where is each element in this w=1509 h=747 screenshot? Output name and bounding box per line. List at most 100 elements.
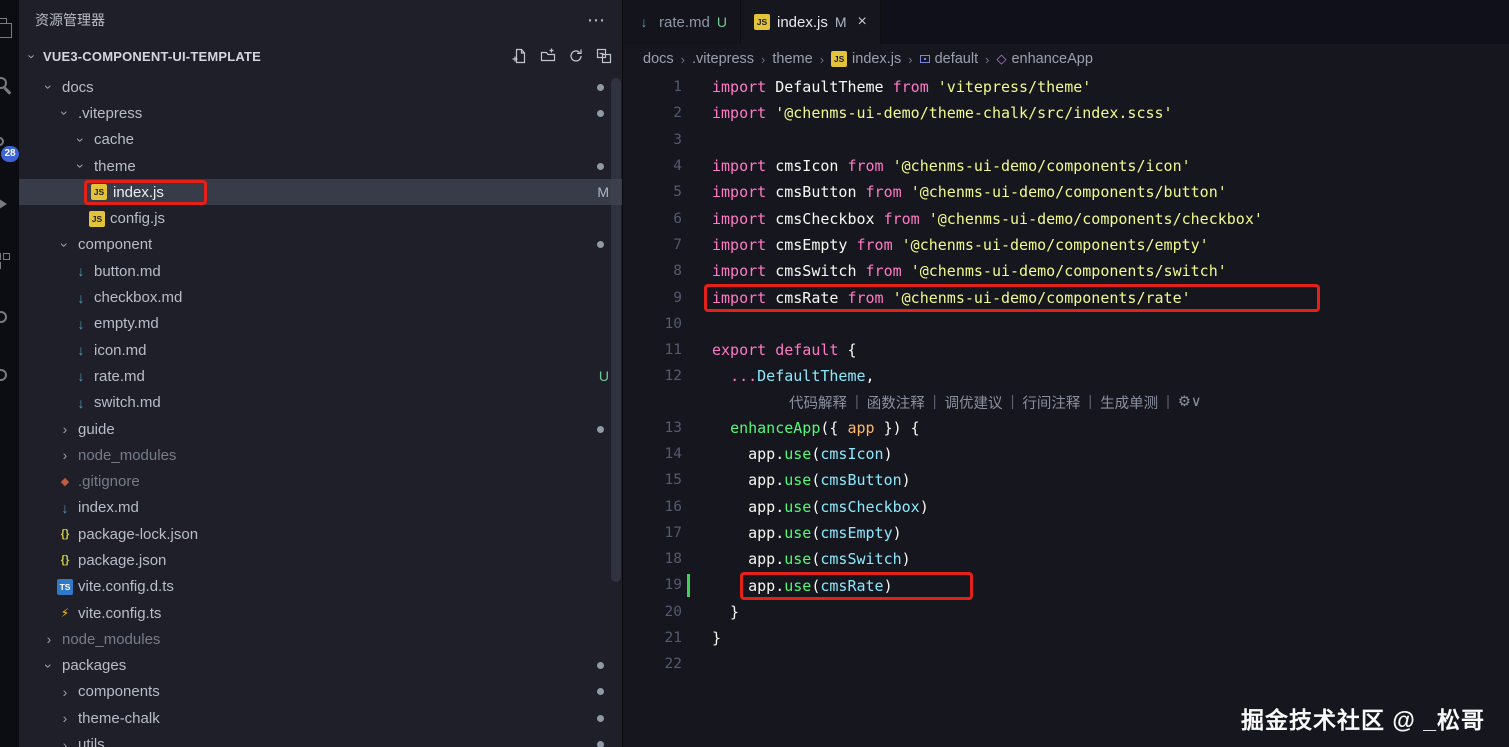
code-line-6[interactable]: 6 import cmsCheckbox from '@chenms-ui-dem…	[623, 205, 1509, 231]
tree-item-label: button.md	[94, 262, 161, 280]
tree-item-label: package.json	[78, 551, 167, 569]
code-line-19[interactable]: 19 app.use(cmsRate)	[623, 571, 1509, 600]
code-line-15[interactable]: 15 app.use(cmsButton)	[623, 467, 1509, 493]
project-section-header[interactable]: › VUE3-COMPONENT-UI-TEMPLATE	[19, 40, 622, 72]
remote-icon[interactable]	[0, 308, 16, 334]
tree-item-node_modules[interactable]: › node_modules	[19, 442, 622, 468]
code-line-9[interactable]: 9 import cmsRate from '@chenms-ui-demo/co…	[623, 283, 1509, 312]
code-token: use	[784, 497, 812, 516]
line-number: 19	[664, 577, 682, 594]
code-line-5[interactable]: 5 import cmsButton from '@chenms-ui-demo/…	[623, 179, 1509, 205]
tree-item-package.json[interactable]: {} package.json	[19, 547, 622, 573]
code-line-8[interactable]: 8 import cmsSwitch from '@chenms-ui-demo/…	[623, 258, 1509, 284]
tree-item-cache[interactable]: › cache	[19, 127, 622, 153]
code-line-text: }	[712, 629, 721, 647]
code-line-7[interactable]: 7 import cmsEmpty from '@chenms-ui-demo/c…	[623, 232, 1509, 258]
refresh-icon[interactable]	[568, 48, 584, 64]
codelens-action-4[interactable]: 行间注释	[1022, 392, 1080, 413]
tree-item-button.md[interactable]: ↓ button.md	[19, 258, 622, 284]
tree-item-theme-chalk[interactable]: › theme-chalk	[19, 705, 622, 731]
extensions-icon[interactable]	[0, 250, 16, 276]
tree-item-config.js[interactable]: JS config.js	[19, 205, 622, 231]
gear-icon[interactable]: ⚙∨	[1178, 394, 1202, 410]
code-line-12[interactable]: 12 ...DefaultTheme,	[623, 363, 1509, 389]
run-debug-icon[interactable]	[0, 192, 16, 218]
markdown-file-icon: ↓	[77, 315, 85, 332]
code-line-10[interactable]: 10	[623, 311, 1509, 337]
tree-item-components[interactable]: › components	[19, 679, 622, 705]
chevron-right-icon: ›	[62, 421, 68, 437]
tree-item-empty.md[interactable]: ↓ empty.md	[19, 311, 622, 337]
tree-item-utils[interactable]: › utils	[19, 731, 622, 747]
account-icon[interactable]	[0, 366, 16, 392]
tree-item-node_modules[interactable]: › node_modules	[19, 626, 622, 652]
tree-item-label: vite.config.ts	[78, 604, 162, 622]
code-line-2[interactable]: 2 import '@chenms-ui-demo/theme-chalk/src…	[623, 100, 1509, 126]
tree-item-label: docs	[62, 78, 94, 96]
tree-item-vite.config.d.ts[interactable]: TS vite.config.d.ts	[19, 574, 622, 600]
search-icon[interactable]	[0, 74, 16, 100]
code-editor[interactable]: 1 import DefaultTheme from 'vitepress/the…	[623, 74, 1509, 747]
code-line-20[interactable]: 20 }	[623, 599, 1509, 625]
tree-item-checkbox.md[interactable]: ↓ checkbox.md	[19, 284, 622, 310]
collapse-all-icon[interactable]	[596, 48, 612, 64]
tree-item-switch.md[interactable]: ↓ switch.md	[19, 390, 622, 416]
code-line-16[interactable]: 16 app.use(cmsCheckbox)	[623, 493, 1509, 519]
explorer-icon[interactable]	[0, 16, 16, 42]
codelens-action-3[interactable]: 调优建议	[945, 392, 1003, 413]
markdown-file-icon: ↓	[77, 394, 85, 411]
code-token: )	[901, 471, 911, 490]
tree-item-index.js[interactable]: JS index.js M	[19, 179, 622, 206]
code-token: cmsIcon	[820, 445, 884, 463]
tab-rate.md[interactable]: ↓ rate.md U	[623, 0, 741, 44]
new-file-icon[interactable]	[512, 48, 528, 64]
close-icon[interactable]: ×	[858, 13, 867, 31]
tree-item-label: packages	[62, 657, 127, 675]
tree-item-index.md[interactable]: ↓ index.md	[19, 495, 622, 521]
code-line-21[interactable]: 21}	[623, 625, 1509, 651]
code-line-4[interactable]: 4 import cmsIcon from '@chenms-ui-demo/co…	[623, 153, 1509, 179]
code-line-text: import cmsButton from '@chenms-ui-demo/c…	[712, 183, 1227, 201]
tree-item-label: icon.md	[94, 341, 147, 359]
code-token: 'vitepress/theme'	[937, 78, 1092, 97]
code-line-text: app.use(cmsButton)	[712, 471, 911, 489]
tree-item-package-lock.json[interactable]: {} package-lock.json	[19, 521, 622, 547]
tree-item-vite.config.ts[interactable]: ⚡ vite.config.ts	[19, 600, 622, 626]
code-line-22[interactable]: 22	[623, 651, 1509, 677]
breadcrumb-item-.vitepress[interactable]: .vitepress	[692, 51, 754, 67]
tree-item-component[interactable]: › component	[19, 232, 622, 258]
tab-index.js[interactable]: JS index.js M ×	[740, 0, 881, 44]
tree-item-label: rate.md	[94, 367, 145, 385]
codelens-action-5[interactable]: 生成单测	[1100, 392, 1158, 413]
tree-item-icon.md[interactable]: ↓ icon.md	[19, 337, 622, 363]
breadcrumb-item-index.js[interactable]: JS index.js	[831, 51, 901, 67]
tree-item-guide[interactable]: › guide	[19, 416, 622, 442]
chevron-down-icon: ›	[41, 84, 57, 90]
tree-item-.vitepress[interactable]: › .vitepress	[19, 100, 622, 126]
code-token: use	[784, 523, 812, 542]
breadcrumb-item-enhanceApp[interactable]: ◇ enhanceApp	[996, 51, 1092, 67]
json-file-icon: {}	[60, 528, 70, 541]
sidebar-scrollbar[interactable]	[611, 78, 621, 582]
more-actions-icon[interactable]: ⋯	[587, 10, 606, 31]
breadcrumb-item-docs[interactable]: docs	[643, 51, 674, 67]
breadcrumb-item-default[interactable]: default	[919, 51, 978, 67]
new-folder-icon[interactable]	[540, 48, 556, 64]
tree-item-rate.md[interactable]: ↓ rate.md U	[19, 363, 622, 389]
tree-item-docs[interactable]: › docs	[19, 74, 622, 100]
codelens-action-2[interactable]: 函数注释	[867, 392, 925, 413]
code-line-14[interactable]: 14 app.use(cmsIcon)	[623, 441, 1509, 467]
codelens-action-1[interactable]: 代码解释	[789, 392, 847, 413]
tree-item-.gitignore[interactable]: ◆ .gitignore	[19, 468, 622, 494]
code-line-17[interactable]: 17 app.use(cmsEmpty)	[623, 520, 1509, 546]
code-line-3[interactable]: 3	[623, 127, 1509, 153]
code-line-11[interactable]: 11 export default {	[623, 337, 1509, 363]
code-token: import	[712, 157, 776, 176]
tree-item-theme[interactable]: › theme	[19, 153, 622, 179]
tree-item-packages[interactable]: › packages	[19, 653, 622, 679]
code-line-1[interactable]: 1 import DefaultTheme from 'vitepress/the…	[623, 74, 1509, 100]
breadcrumb-item-theme[interactable]: theme	[772, 51, 812, 67]
code-line-13[interactable]: 13 enhanceApp({ app }) {	[623, 415, 1509, 441]
code-line-18[interactable]: 18 app.use(cmsSwitch)	[623, 546, 1509, 572]
code-token: cmsIcon	[775, 157, 848, 176]
